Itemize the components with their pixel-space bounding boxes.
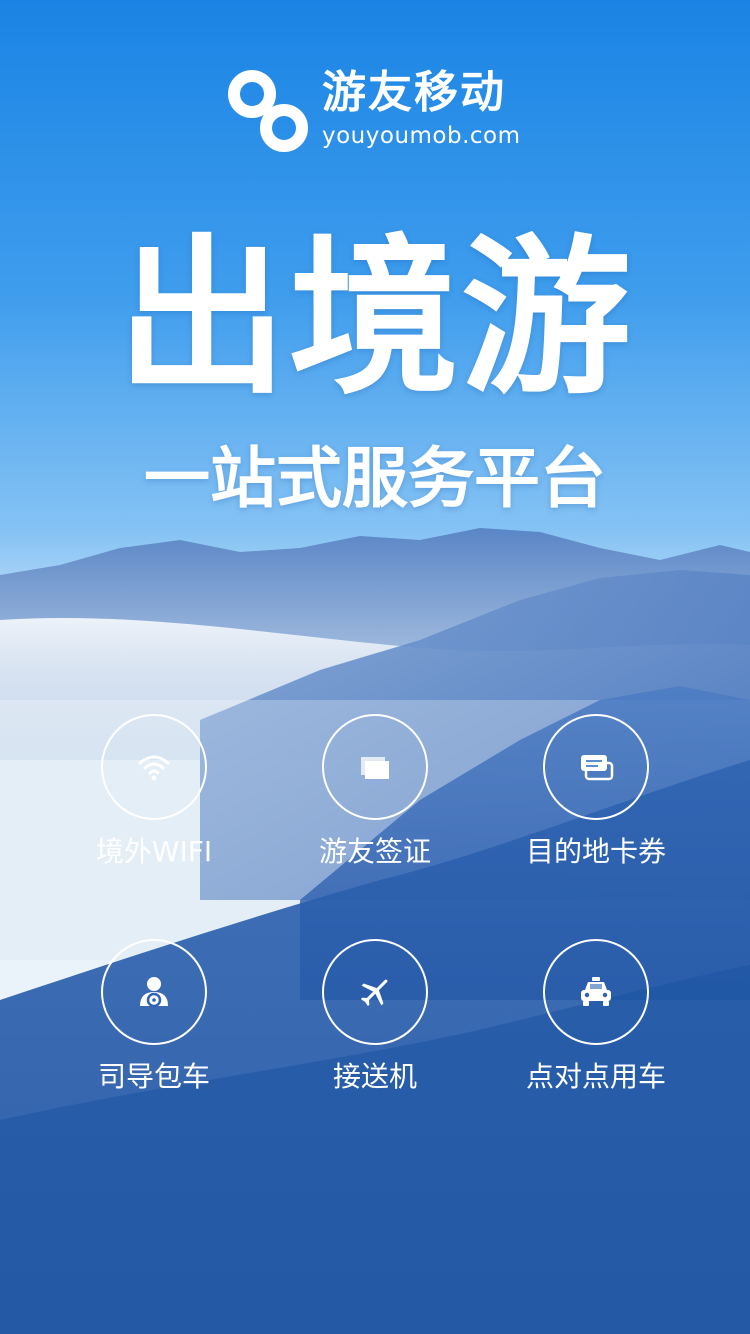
service-label: 游友签证	[318, 835, 431, 868]
driver-icon	[140, 977, 168, 1008]
taxi-icon	[581, 977, 611, 1006]
brand-name: 游友移动	[322, 67, 506, 118]
service-label: 司导包车	[97, 1060, 210, 1093]
tickets-icon	[581, 755, 614, 781]
mountain-background	[0, 528, 750, 1334]
brand-header: 游友移动 youyoumob.com	[226, 62, 526, 158]
service-tickets-circle	[543, 714, 649, 820]
service-label: 境外WIFI	[95, 835, 213, 868]
service-airport-circle	[322, 939, 428, 1045]
folder-icon	[361, 757, 389, 779]
hero-tagline: 一站式服务平台	[144, 439, 606, 517]
brand-url: youyoumob.com	[322, 123, 521, 149]
service-visa-button[interactable]: 游友签证	[265, 714, 485, 884]
service-taxi-button[interactable]: 点对点用车	[486, 939, 706, 1109]
airplane-icon	[360, 979, 388, 1007]
service-charter-button[interactable]: 司导包车	[44, 939, 264, 1109]
service-wifi-circle	[101, 714, 207, 820]
service-visa-circle	[322, 714, 428, 820]
service-airport-button[interactable]: 接送机	[265, 939, 485, 1109]
service-taxi-circle	[543, 939, 649, 1045]
service-label: 目的地卡券	[525, 835, 666, 868]
service-charter-circle	[101, 939, 207, 1045]
wifi-icon	[138, 755, 170, 781]
service-wifi-button[interactable]: 境外WIFI	[44, 714, 264, 884]
hero-headline: 出境游	[116, 218, 633, 418]
service-tickets-button[interactable]: 目的地卡券	[486, 714, 706, 884]
brand-logo-icon	[228, 70, 308, 152]
service-label: 点对点用车	[525, 1060, 666, 1093]
service-label: 接送机	[332, 1060, 417, 1093]
